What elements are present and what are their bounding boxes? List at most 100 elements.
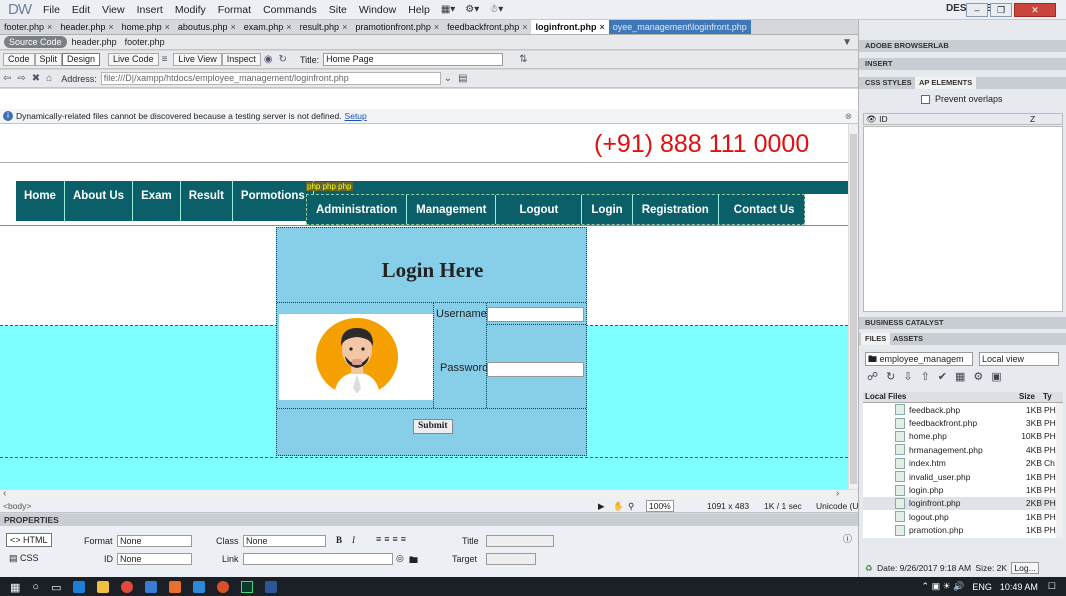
close-tab-icon[interactable]: × bbox=[286, 22, 291, 32]
nav-administration[interactable]: Administration bbox=[307, 195, 408, 224]
hand-tool-icon[interactable]: ✋ bbox=[613, 501, 624, 512]
site-icon[interactable]: ☃▾ bbox=[484, 4, 508, 15]
menu-format[interactable]: Format bbox=[212, 4, 257, 16]
refresh-icon[interactable]: ↻ bbox=[279, 54, 287, 65]
search-icon[interactable]: ○ bbox=[32, 581, 39, 593]
menu-edit[interactable]: Edit bbox=[66, 4, 96, 16]
tab-feedbackfront[interactable]: feedbackfront.php × bbox=[443, 20, 531, 34]
browserlab-header[interactable]: ADOBE BROWSERLAB bbox=[859, 40, 1066, 52]
site-select[interactable]: 🖿 employee_managem bbox=[865, 352, 973, 366]
menu-view[interactable]: View bbox=[96, 4, 131, 16]
nav-pormotions[interactable]: Pormotions bbox=[233, 181, 314, 221]
horizontal-scrollbar[interactable]: ‹ › bbox=[0, 488, 858, 500]
tab-files[interactable]: FILES bbox=[861, 333, 891, 345]
title-input[interactable]: Home Page bbox=[323, 53, 504, 66]
tab-css-styles[interactable]: CSS STYLES bbox=[861, 77, 916, 89]
prevent-overlaps-checkbox[interactable] bbox=[921, 95, 930, 104]
select-tool-icon[interactable]: ▶ bbox=[598, 501, 605, 512]
business-catalyst-header[interactable]: BUSINESS CATALYST bbox=[859, 317, 1066, 329]
log-button[interactable]: Log... bbox=[1011, 562, 1039, 574]
menu-help[interactable]: Help bbox=[402, 4, 436, 16]
menu-site[interactable]: Site bbox=[323, 4, 353, 16]
link-input[interactable] bbox=[243, 553, 393, 565]
close-tab-icon[interactable]: × bbox=[522, 22, 527, 32]
app-icon[interactable] bbox=[169, 580, 182, 593]
close-tab-icon[interactable]: × bbox=[599, 22, 604, 32]
chrome-icon[interactable] bbox=[121, 580, 134, 593]
file-row-selected[interactable]: loginfront.php 2KB PH bbox=[863, 496, 1056, 511]
dreamweaver-taskbar-icon[interactable] bbox=[241, 580, 254, 593]
home-icon[interactable]: ⌂ bbox=[46, 73, 52, 84]
extend-icon[interactable]: ⚙▾ bbox=[460, 4, 484, 15]
target-select[interactable] bbox=[486, 553, 536, 565]
edge-icon[interactable] bbox=[73, 580, 86, 593]
tray-icons[interactable]: ⌃ ▣ ☀ 🔊 bbox=[922, 581, 965, 592]
store-icon[interactable] bbox=[145, 580, 158, 593]
forward-icon[interactable]: ⇨ bbox=[17, 73, 25, 84]
title-prop-input[interactable] bbox=[486, 535, 554, 547]
filter-icon[interactable]: ▼ bbox=[842, 37, 852, 48]
minimize-icon[interactable]: – bbox=[966, 3, 988, 17]
zoom-tool-icon[interactable]: ⚲ bbox=[628, 501, 634, 512]
split-view-button[interactable]: Split bbox=[34, 53, 63, 66]
restore-icon[interactable]: ❐ bbox=[990, 3, 1012, 17]
task-view-icon[interactable]: ▭ bbox=[51, 581, 61, 594]
browse-folder-icon[interactable]: 🖿 bbox=[409, 553, 418, 569]
scroll-thumb[interactable] bbox=[850, 134, 857, 484]
menu-insert[interactable]: Insert bbox=[131, 4, 169, 16]
address-input[interactable]: file:///D|/xampp/htdocs/employee_managem… bbox=[100, 72, 441, 85]
tab-header[interactable]: header.php × bbox=[56, 20, 117, 34]
vertical-scrollbar[interactable] bbox=[848, 124, 858, 489]
stop-icon[interactable]: ✖ bbox=[32, 73, 40, 84]
nav-login[interactable]: Login bbox=[582, 195, 633, 224]
close-info-icon[interactable]: ⊗ bbox=[845, 111, 852, 122]
italic-button[interactable]: I bbox=[352, 535, 355, 545]
file-row[interactable]: invalid_user.php 1KB PH bbox=[863, 470, 1056, 483]
live-view-button[interactable]: Live View bbox=[173, 53, 222, 66]
file-management-icon[interactable]: ⇅ bbox=[519, 54, 527, 65]
related-file-footer[interactable]: footer.php bbox=[125, 37, 165, 47]
source-code-button[interactable]: Source Code bbox=[4, 36, 67, 48]
close-tab-icon[interactable]: × bbox=[342, 22, 347, 32]
html-mode-button[interactable]: <> HTML bbox=[6, 533, 52, 547]
view-select[interactable]: Local view bbox=[979, 352, 1059, 366]
scroll-right-icon[interactable]: › bbox=[836, 488, 839, 499]
username-input[interactable] bbox=[487, 307, 584, 322]
back-icon[interactable]: ⇦ bbox=[3, 73, 11, 84]
word-icon[interactable] bbox=[265, 580, 278, 593]
file-row[interactable]: logout.php 1KB PH bbox=[863, 510, 1056, 523]
close-tab-icon[interactable]: × bbox=[47, 22, 52, 32]
list-indent-icons[interactable]: ≡≡≡≡ bbox=[376, 534, 409, 544]
app-icon[interactable] bbox=[193, 580, 206, 593]
design-view[interactable]: (+91) 888 111 0000 Home About Us Exam Re… bbox=[0, 124, 848, 489]
format-select[interactable]: None bbox=[117, 535, 192, 547]
file-row[interactable]: hrmanagement.php 4KB PH bbox=[863, 443, 1056, 456]
ap-elements-list[interactable] bbox=[863, 126, 1063, 312]
file-row[interactable]: index.htm 2KB Ch bbox=[863, 457, 1056, 470]
tab-assets[interactable]: ASSETS bbox=[889, 333, 927, 345]
firefox-icon[interactable] bbox=[217, 580, 230, 593]
refresh-icon[interactable]: ♻ bbox=[865, 563, 873, 573]
tab-home[interactable]: home.php × bbox=[118, 20, 174, 34]
nav-registration[interactable]: Registration bbox=[633, 195, 719, 224]
id-select[interactable]: None bbox=[117, 553, 192, 565]
tab-pramotionfront[interactable]: pramotionfront.php × bbox=[351, 20, 443, 34]
help-icon[interactable]: ⓘ bbox=[843, 532, 852, 545]
close-tab-icon[interactable]: × bbox=[165, 22, 170, 32]
tab-result[interactable]: result.php × bbox=[296, 20, 352, 34]
menu-window[interactable]: Window bbox=[353, 4, 402, 16]
zoom-select[interactable]: 100% bbox=[646, 500, 674, 512]
close-tab-icon[interactable]: × bbox=[230, 22, 235, 32]
file-row[interactable]: pramotion.php 1KB PH bbox=[863, 524, 1056, 537]
compat-icon[interactable]: ≡ bbox=[162, 54, 168, 65]
live-code-button[interactable]: Live Code bbox=[108, 53, 159, 66]
related-file-header[interactable]: header.php bbox=[72, 37, 117, 47]
point-to-file-icon[interactable]: ◎ bbox=[396, 553, 404, 564]
nav-exam[interactable]: Exam bbox=[133, 181, 181, 221]
code-view-button[interactable]: Code bbox=[3, 53, 35, 66]
language-indicator[interactable]: ENG bbox=[972, 582, 992, 592]
files-list[interactable]: feedback.php 1KB PH feedbackfront.php 3KB PH… bbox=[863, 403, 1056, 538]
files-toolbar[interactable]: ☍↻⇩⇧✔▦⚙▣ bbox=[867, 370, 1010, 383]
tab-ap-elements[interactable]: AP ELEMENTS bbox=[915, 77, 977, 89]
nav-contact-us[interactable]: Contact Us bbox=[719, 195, 804, 243]
